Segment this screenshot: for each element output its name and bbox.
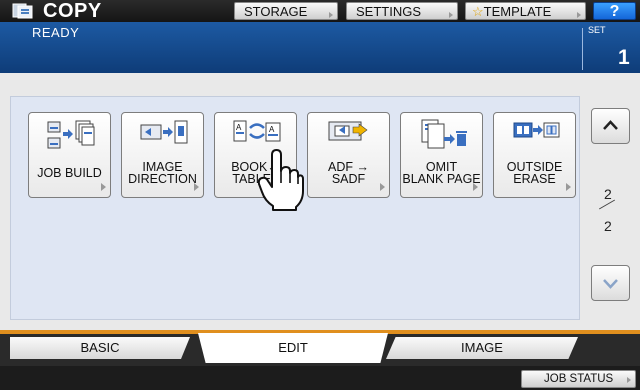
svg-text:A: A xyxy=(236,123,242,132)
settings-button[interactable]: SETTINGS xyxy=(346,2,458,20)
adf-sadf-icon xyxy=(328,121,368,141)
status-bar: READY SET 1 xyxy=(0,22,640,73)
image-direction-label-2: DIRECTION xyxy=(128,172,197,186)
arrow-right-icon xyxy=(566,183,571,191)
set-count: 1 xyxy=(618,46,630,69)
arrow-right-icon xyxy=(101,183,106,191)
tab-basic[interactable]: BASIC xyxy=(10,337,190,359)
storage-button-label: STORAGE xyxy=(244,4,308,19)
tab-edit[interactable]: EDIT xyxy=(198,333,388,363)
omit-blank-page-icon xyxy=(421,119,467,149)
arrow-right-icon xyxy=(380,183,385,191)
outside-erase-label-2: ERASE xyxy=(513,172,556,186)
app-title: COPY xyxy=(43,0,102,22)
settings-button-label: SETTINGS xyxy=(356,4,422,19)
outside-erase-icon xyxy=(513,122,560,138)
set-divider xyxy=(582,28,583,70)
job-status-button[interactable]: JOB STATUS xyxy=(521,370,636,388)
arrow-right-icon xyxy=(627,377,631,383)
help-button[interactable]: ? xyxy=(593,2,636,20)
job-status-label: JOB STATUS xyxy=(544,373,614,385)
arrow-right-icon xyxy=(577,12,581,18)
arrow-right-icon xyxy=(329,12,333,18)
adf-sadf-label-2: SADF xyxy=(331,172,366,186)
chevron-down-icon xyxy=(603,279,618,289)
job-build-label: JOB BUILD xyxy=(37,166,102,180)
star-icon: ☆ xyxy=(472,4,484,19)
image-direction-button[interactable]: IMAGE DIRECTION xyxy=(121,112,204,198)
template-button-label: TEMPLATE xyxy=(483,4,552,19)
job-build-button[interactable]: JOB BUILD xyxy=(28,112,111,198)
adf-sadf-button[interactable]: ADF → SADF xyxy=(307,112,390,198)
status-message: READY xyxy=(32,25,80,40)
tab-image[interactable]: IMAGE xyxy=(386,337,578,359)
page-total: 2 xyxy=(604,218,612,234)
chevron-up-icon xyxy=(603,120,618,130)
page-current: 2 xyxy=(604,186,612,202)
set-label: SET xyxy=(588,25,606,35)
arrow-right-icon xyxy=(194,183,199,191)
arrow-right-icon xyxy=(449,12,453,18)
svg-text:A: A xyxy=(269,125,275,134)
outside-erase-button[interactable]: OUTSIDE ERASE xyxy=(493,112,576,198)
copy-app-icon xyxy=(12,3,33,19)
image-direction-icon xyxy=(140,120,188,144)
template-button[interactable]: ☆TEMPLATE xyxy=(465,2,586,20)
storage-button[interactable]: STORAGE xyxy=(234,2,338,20)
top-bar: COPY STORAGE SETTINGS ☆TEMPLATE ? xyxy=(0,0,640,22)
scroll-up-button[interactable] xyxy=(591,108,630,144)
pointing-hand-icon xyxy=(258,149,304,211)
scroll-down-button[interactable] xyxy=(591,265,630,301)
arrow-right-icon xyxy=(473,183,478,191)
job-build-icon xyxy=(47,120,95,149)
omit-blank-page-label-2: BLANK PAGE xyxy=(402,172,481,186)
omit-blank-page-button[interactable]: OMIT BLANK PAGE xyxy=(400,112,483,198)
